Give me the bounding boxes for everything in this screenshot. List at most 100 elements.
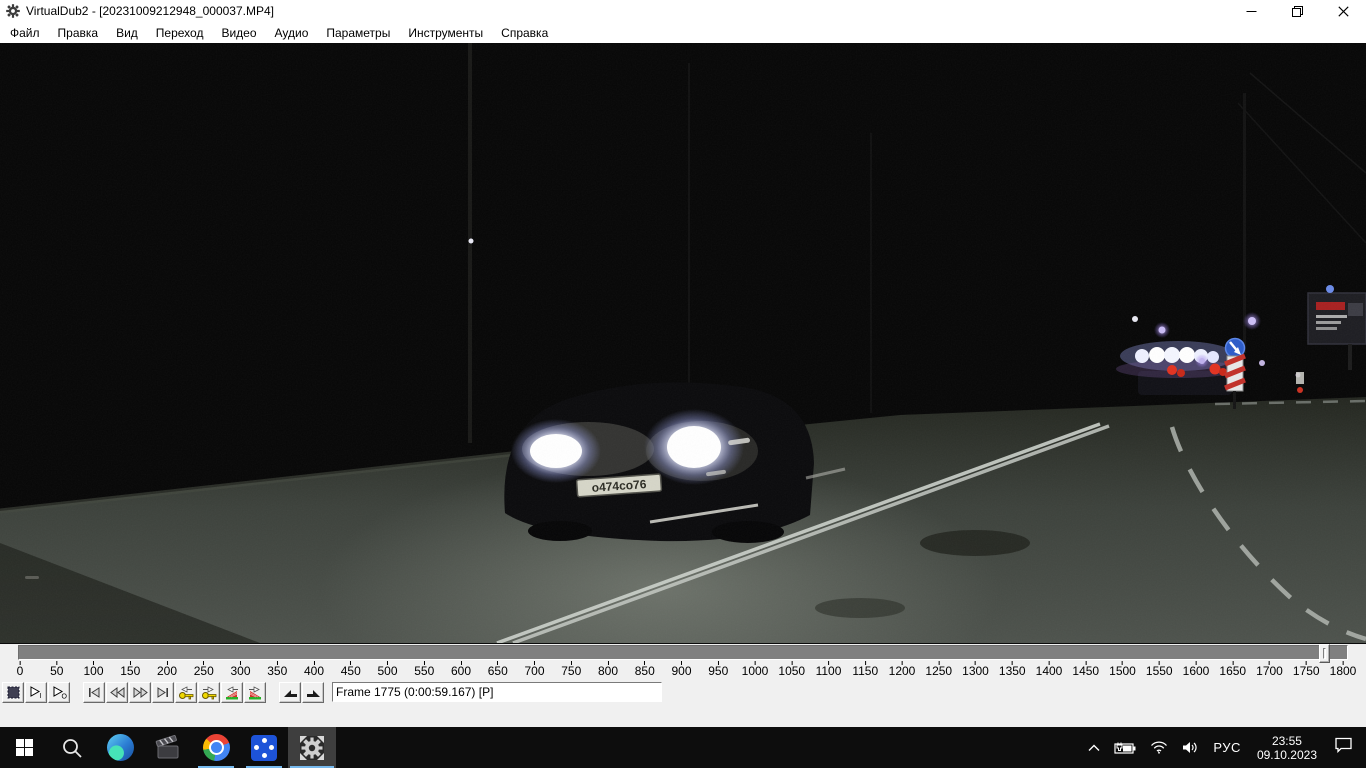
mark-out-button[interactable] — [302, 682, 324, 703]
ruler-tick: 1250 — [925, 661, 952, 678]
svg-text:*: * — [1158, 750, 1160, 754]
menu-file[interactable]: Файл — [1, 23, 49, 43]
virtualdub-window: VirtualDub2 - [20231009212948_000037.MP4… — [0, 0, 1366, 768]
next-scene-button[interactable] — [244, 682, 266, 703]
tray-network-button[interactable]: * — [1143, 741, 1175, 754]
ruler-tick: 1550 — [1146, 661, 1173, 678]
video-display: о474со76 — [0, 43, 1366, 643]
taskbar-chrome-button[interactable] — [192, 727, 240, 768]
minimize-button[interactable] — [1228, 0, 1274, 22]
ruler-tick: 300 — [230, 661, 250, 678]
restore-button[interactable] — [1274, 0, 1320, 22]
system-tray: * РУС 23:55 09.10.2023 — [1081, 727, 1366, 768]
ruler-tick: 700 — [524, 661, 544, 678]
ruler-tick: 1100 — [816, 661, 842, 678]
ruler-tick: 1200 — [889, 661, 916, 678]
ruler-tick: 200 — [157, 661, 177, 678]
step-forward-button[interactable] — [129, 682, 151, 703]
taskbar: * РУС 23:55 09.10.2023 — [0, 727, 1366, 768]
ruler-tick: 800 — [598, 661, 618, 678]
ruler-tick: 400 — [304, 661, 324, 678]
taskbar-virtualdub-button[interactable] — [288, 727, 336, 768]
ruler-tick: 1050 — [778, 661, 805, 678]
taskbar-clock[interactable]: 23:55 09.10.2023 — [1249, 734, 1325, 762]
ruler-tick: 1650 — [1219, 661, 1246, 678]
play-output-button[interactable]: O — [48, 682, 70, 703]
ruler-tick: 1300 — [962, 661, 989, 678]
ruler-tick: 250 — [194, 661, 214, 678]
play-input-button[interactable]: I — [25, 682, 47, 703]
menu-help[interactable]: Справка — [492, 23, 557, 43]
battery-charging-icon — [1114, 742, 1136, 754]
seek-bar[interactable] — [18, 645, 1348, 660]
taskbar-blue-app-button[interactable] — [240, 727, 288, 768]
ruler-tick: 550 — [414, 661, 434, 678]
svg-text:I: I — [39, 693, 41, 699]
wifi-icon: * — [1150, 741, 1168, 754]
tray-chevron-button[interactable] — [1081, 744, 1107, 752]
menu-edit[interactable]: Правка — [49, 23, 108, 43]
ruler-tick: 500 — [377, 661, 397, 678]
menu-go[interactable]: Переход — [147, 23, 213, 43]
ruler-tick: 1800 — [1330, 661, 1357, 678]
transport-controls: I O — [2, 682, 662, 703]
start-button[interactable] — [0, 727, 48, 768]
title-bar: VirtualDub2 - [20231009212948_000037.MP4… — [0, 0, 1366, 22]
tray-date: 09.10.2023 — [1257, 748, 1317, 762]
window-title: VirtualDub2 - [20231009212948_000037.MP4… — [26, 4, 274, 18]
tray-battery-button[interactable] — [1107, 742, 1143, 754]
taskbar-search-button[interactable] — [48, 727, 96, 768]
ruler-tick: 1700 — [1256, 661, 1283, 678]
ruler-tick: 0 — [17, 661, 24, 678]
ruler-tick: 100 — [83, 661, 103, 678]
menu-options[interactable]: Параметры — [317, 23, 399, 43]
tray-volume-button[interactable] — [1175, 741, 1205, 754]
close-button[interactable] — [1320, 0, 1366, 22]
frame-status-field: Frame 1775 (0:00:59.167) [P] — [332, 682, 662, 702]
ruler-tick: 1600 — [1183, 661, 1210, 678]
menu-view[interactable]: Вид — [107, 23, 147, 43]
ruler-tick: 950 — [708, 661, 728, 678]
taskbar-edge-button[interactable] — [96, 727, 144, 768]
next-keyframe-button[interactable] — [198, 682, 220, 703]
edge-icon — [107, 734, 134, 761]
stop-button[interactable] — [2, 682, 24, 703]
prev-scene-button[interactable] — [221, 682, 243, 703]
svg-text:O: O — [61, 694, 67, 700]
ruler-tick: 1150 — [852, 661, 878, 678]
virtualdub-gear-icon — [6, 4, 20, 18]
windows-logo-icon — [16, 739, 33, 756]
step-back-button[interactable] — [106, 682, 128, 703]
speaker-icon — [1182, 741, 1198, 754]
ruler-tick: 350 — [267, 661, 287, 678]
prev-keyframe-button[interactable] — [175, 682, 197, 703]
blue-dots-app-icon — [251, 735, 277, 761]
ruler-tick: 650 — [488, 661, 508, 678]
frame-ruler: 0501001502002503003504004505005506006507… — [0, 661, 1366, 681]
menu-audio[interactable]: Аудио — [266, 23, 318, 43]
ruler-tick: 1750 — [1293, 661, 1320, 678]
go-to-start-button[interactable] — [83, 682, 105, 703]
ruler-tick: 1400 — [1036, 661, 1063, 678]
ruler-tick: 850 — [635, 661, 655, 678]
mark-in-button[interactable] — [279, 682, 301, 703]
chevron-up-icon — [1088, 744, 1100, 752]
language-indicator[interactable]: РУС — [1205, 740, 1249, 755]
ruler-tick: 150 — [120, 661, 140, 678]
ruler-tick: 1500 — [1109, 661, 1136, 678]
control-panel: 0501001502002503003504004505005506006507… — [0, 643, 1366, 727]
virtualdub-taskbar-gear-icon — [299, 735, 325, 761]
menu-bar: Файл Правка Вид Переход Видео Аудио Пара… — [0, 22, 1366, 43]
ruler-tick: 900 — [671, 661, 691, 678]
action-center-button[interactable] — [1325, 737, 1366, 758]
ruler-tick: 450 — [341, 661, 361, 678]
taskbar-video-editor-button[interactable] — [144, 727, 192, 768]
menu-video[interactable]: Видео — [212, 23, 265, 43]
search-icon — [61, 737, 83, 759]
notification-icon — [1335, 737, 1352, 753]
ruler-tick: 1000 — [742, 661, 769, 678]
ruler-tick: 50 — [50, 661, 63, 678]
menu-tools[interactable]: Инструменты — [399, 23, 492, 43]
ruler-tick: 1450 — [1072, 661, 1099, 678]
go-to-end-button[interactable] — [152, 682, 174, 703]
